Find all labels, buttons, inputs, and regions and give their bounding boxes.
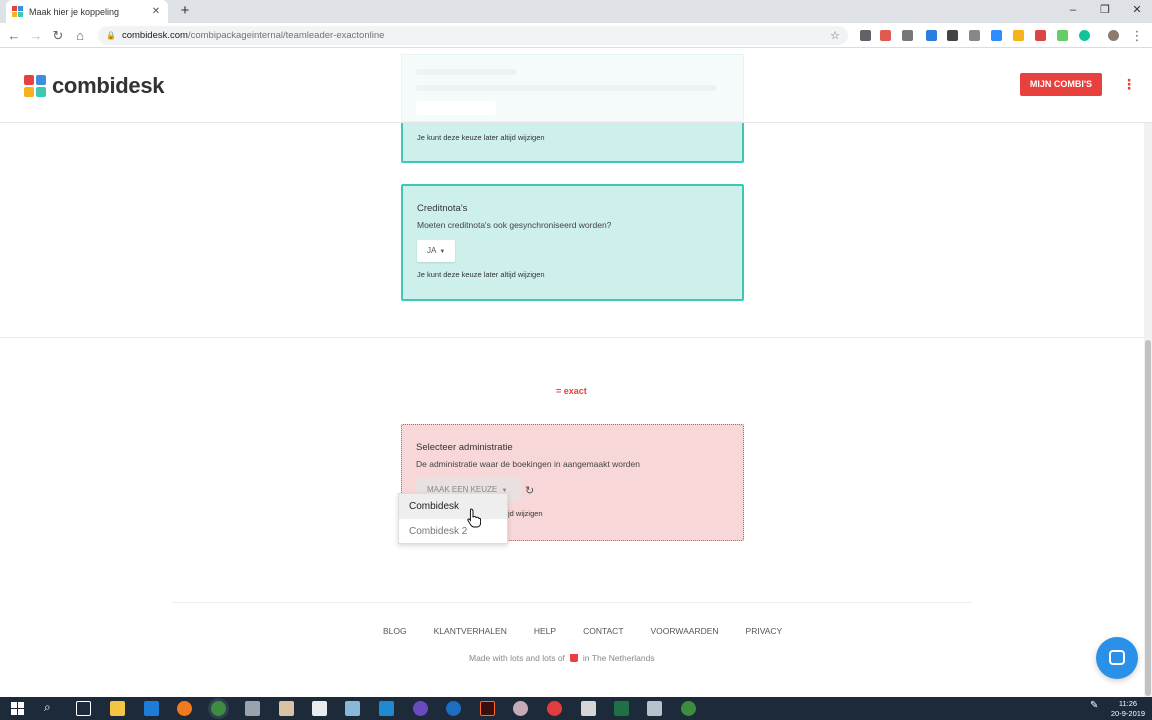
chat-launcher-button[interactable] [1096,637,1138,679]
extension-icon[interactable] [860,30,871,41]
combidesk-logo-icon [24,75,46,97]
clock-time: 11:26 [1118,699,1138,708]
administratie-dropdown-menu: Combidesk Combidesk 2 [398,493,508,544]
cloud-icon[interactable] [902,30,913,41]
extension-icon[interactable] [969,30,980,41]
pen-icon[interactable] [926,30,937,41]
screenshot-icon[interactable] [947,30,958,41]
footer-links: BLOG KLANTVERHALEN HELP CONTACT VOORWAAR… [383,626,809,636]
pen-tray-icon[interactable]: ✎ [1090,700,1098,711]
card-hint: Je kunt deze keuze later altijd wijzigen [417,270,545,279]
forward-icon[interactable]: → [27,27,45,45]
coffee-cup-icon [569,654,578,662]
combidesk-logo[interactable]: combidesk [24,73,165,99]
made-with-text: Made with lots and lots of [469,653,565,663]
logo-text: combidesk [52,73,165,98]
scrolled-card-ghost [401,54,744,122]
combidesk-favicon-icon [12,6,23,17]
card-title: Creditnota's [417,203,468,214]
dropdown-option-combidesk[interactable]: Combidesk [399,494,507,519]
teamviewer-icon[interactable] [446,701,461,716]
calculator-icon[interactable] [581,701,596,716]
taskbar-clock[interactable]: 11:26 20-9-2019 [1108,699,1148,719]
task-view-icon[interactable] [76,701,91,716]
refresh-icon[interactable]: ↻ [525,484,534,497]
footer-rule [172,602,972,603]
address-bar[interactable]: 🔒 combidesk.com /combipackageinternal/te… [98,26,848,45]
app-icon[interactable] [345,701,360,716]
chrome-ext-icon[interactable] [1013,30,1024,41]
app-icon[interactable] [279,701,294,716]
new-tab-button[interactable]: + [176,2,194,20]
url-host: combidesk.com [121,30,188,41]
chrome-icon[interactable] [211,701,226,716]
extension-icon[interactable] [1035,30,1046,41]
zoom-icon[interactable] [991,30,1002,41]
url-path: /combipackageinternal/teamleader-exacton… [187,30,385,41]
page-scrollbar-thumb[interactable] [1145,340,1151,696]
browser-toolbar: ← → ↻ ⌂ 🔒 combidesk.com /combipackageint… [0,23,1152,48]
app-icon[interactable] [513,701,528,716]
browser-tabstrip: Maak hier je koppeling ✕ + – ❐ ✕ [0,0,1152,23]
footer-link-blog[interactable]: BLOG [383,626,407,636]
chrome-icon[interactable] [681,701,696,716]
search-icon[interactable]: ⌕ [44,700,51,715]
chat-bubble-icon [1109,650,1125,665]
card-description: De administratie waar de boekingen in aa… [416,459,640,469]
tab-title: Maak hier je koppeling [29,6,120,17]
lock-icon: 🔒 [106,31,116,40]
section-divider [0,337,1144,338]
more-menu-icon[interactable]: ⋮ [1122,75,1136,93]
reload-icon[interactable]: ↻ [49,27,67,45]
netherlands-text: in The Netherlands [582,653,655,663]
edge-icon[interactable] [144,701,159,716]
bookmark-star-icon[interactable]: ☆ [830,29,840,42]
illustrator-icon[interactable] [480,701,495,716]
footer-link-help[interactable]: HELP [534,626,556,636]
card-creditnotas: Creditnota's Moeten creditnota's ook ges… [401,184,744,301]
card-description: Moeten creditnota's ook gesynchroniseerd… [417,220,612,230]
app-icon[interactable] [647,701,662,716]
firefox-icon[interactable] [177,701,192,716]
footer-link-voorwaarden[interactable]: VOORWAARDEN [651,626,719,636]
footer-link-klantverhalen[interactable]: KLANTVERHALEN [434,626,507,636]
app-icon[interactable] [413,701,428,716]
card-title: Selecteer administratie [416,442,513,453]
card-previous-setting: Je kunt deze keuze later altijd wijzigen [401,116,744,163]
app-icon[interactable] [245,701,260,716]
app-icon[interactable] [547,701,562,716]
profile-avatar[interactable] [1108,30,1119,41]
footer-link-contact[interactable]: CONTACT [583,626,623,636]
extension-icon[interactable] [1057,30,1068,41]
windows-taskbar: ⌕ ✎ [0,697,1152,720]
pocket-icon[interactable] [880,30,891,41]
restore-button[interactable]: ❐ [1090,0,1120,23]
windows-start-icon[interactable] [11,702,24,715]
select-value: JA [427,246,437,255]
chrome-menu-icon[interactable]: ⋮ [1128,27,1146,45]
card-hint: jd wijzigen [508,509,543,518]
mijn-combis-button[interactable]: MIJN COMBI'S [1020,73,1102,96]
home-icon[interactable]: ⌂ [71,27,89,45]
caret-down-icon: ▼ [439,249,446,255]
tab-close-icon[interactable]: ✕ [150,6,162,17]
vscode-icon[interactable] [379,701,394,716]
exact-logo: = exact [556,386,587,396]
back-icon[interactable]: ← [5,27,23,45]
clock-date: 20-9-2019 [1110,709,1146,718]
file-explorer-icon[interactable] [110,701,125,716]
footer-made-with: Made with lots and lots of in The Nether… [469,653,655,663]
browser-tab[interactable]: Maak hier je koppeling ✕ [6,0,168,23]
hand-cursor-icon [467,508,481,528]
dropdown-option-combidesk-2[interactable]: Combidesk 2 [399,519,507,544]
photos-icon[interactable] [312,701,327,716]
grammarly-icon[interactable] [1079,30,1090,41]
creditnota-select[interactable]: JA ▼ [417,240,456,262]
close-window-button[interactable]: ✕ [1122,0,1152,23]
excel-icon[interactable] [614,701,629,716]
minimize-button[interactable]: – [1058,0,1088,23]
footer-link-privacy[interactable]: PRIVACY [746,626,783,636]
card-hint: Je kunt deze keuze later altijd wijzigen [417,133,545,142]
